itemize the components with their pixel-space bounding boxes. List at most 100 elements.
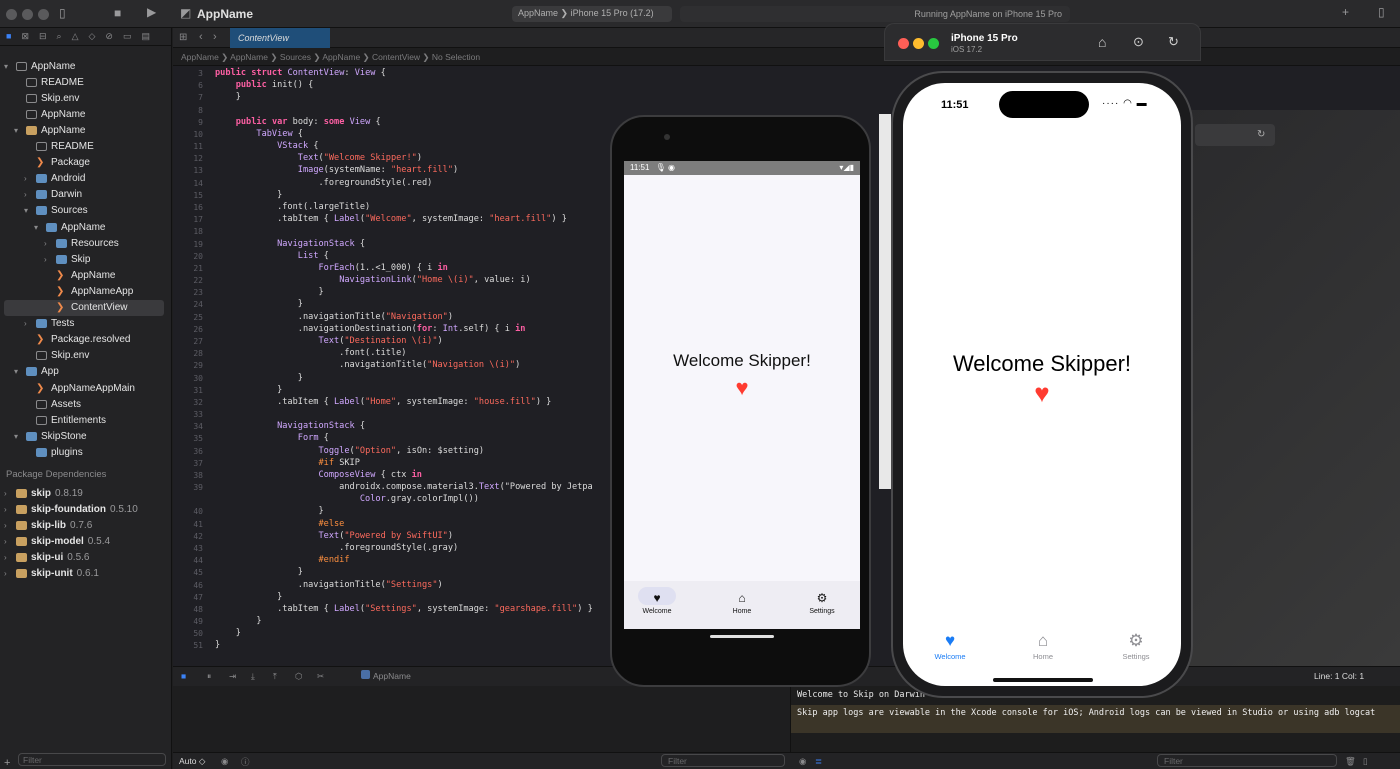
code-line[interactable]: .tabItem { Label("Home", systemImage: "h…: [215, 397, 551, 407]
home-indicator[interactable]: [993, 678, 1093, 682]
split-view-icon[interactable]: ▯: [1363, 756, 1368, 767]
tree-item[interactable]: README: [24, 139, 94, 155]
test-icon[interactable]: ◇: [89, 31, 96, 42]
home-icon[interactable]: ⌂: [1098, 34, 1106, 50]
code-line[interactable]: List {: [215, 251, 329, 261]
disclosure-icon[interactable]: ›: [24, 174, 32, 183]
tree-item[interactable]: › Resources: [44, 235, 119, 251]
console-toggle-icon[interactable]: ■: [181, 671, 186, 681]
step-over-icon[interactable]: ⇥: [229, 671, 236, 682]
disclosure-icon[interactable]: ▾: [14, 432, 22, 441]
auto-variables-selector[interactable]: Auto ◇: [179, 756, 205, 767]
info-icon[interactable]: ⓘ: [241, 756, 250, 768]
disclosure-icon[interactable]: ▾: [14, 367, 22, 376]
close-window-button[interactable]: [898, 38, 909, 49]
inspector-toggle-icon[interactable]: ▯: [1378, 5, 1385, 19]
console-filter-icon[interactable]: ≣: [815, 756, 822, 767]
debug-icon[interactable]: ⊘: [105, 31, 113, 42]
code-line[interactable]: .tabItem { Label("Welcome", systemImage:…: [215, 214, 567, 224]
code-line[interactable]: #if SKIP: [215, 458, 359, 468]
disclosure-icon[interactable]: ›: [4, 553, 12, 562]
tree-item[interactable]: plugins: [24, 444, 83, 460]
code-line[interactable]: Color.gray.colorImpl()): [215, 494, 479, 504]
reload-icon[interactable]: ↻: [1257, 129, 1265, 140]
code-line[interactable]: }: [215, 190, 282, 200]
forward-icon[interactable]: ›: [213, 31, 217, 43]
disclosure-icon[interactable]: ▾: [4, 62, 12, 71]
tree-item[interactable]: ▾ Sources: [24, 203, 88, 219]
disclosure-icon[interactable]: ▾: [14, 126, 22, 135]
tree-item[interactable]: ❯ AppName: [44, 267, 115, 283]
code-line[interactable]: .font(.title): [215, 348, 406, 358]
tab-contentview[interactable]: ContentView: [230, 28, 330, 48]
stop-icon[interactable]: ■: [114, 6, 121, 20]
gesture-nav-bar[interactable]: [710, 635, 774, 638]
add-file-icon[interactable]: +: [4, 757, 10, 769]
minimize-window-button[interactable]: [22, 9, 33, 20]
tree-item[interactable]: Skip.env: [24, 348, 89, 364]
code-line[interactable]: }: [215, 92, 241, 102]
eye-icon[interactable]: ◉: [221, 756, 228, 767]
trash-icon[interactable]: 🗑: [1345, 756, 1356, 767]
minimize-window-button[interactable]: [913, 38, 924, 49]
screenshot-icon[interactable]: ⊙: [1133, 34, 1144, 50]
jump-bar[interactable]: AppName ❯ AppName ❯ Sources ❯ AppName ❯ …: [173, 48, 1400, 66]
code-line[interactable]: }: [215, 287, 323, 297]
code-line[interactable]: }: [215, 628, 241, 638]
disclosure-icon[interactable]: ▾: [24, 206, 32, 215]
code-line[interactable]: public struct ContentView: View {: [215, 68, 386, 78]
code-line[interactable]: Text("Powered by SwiftUI"): [215, 531, 453, 541]
tree-item[interactable]: › Android: [24, 171, 85, 187]
step-out-icon[interactable]: ⤒: [273, 671, 277, 682]
code-line[interactable]: }: [215, 506, 323, 516]
tab-home[interactable]: ⌂ Home: [712, 591, 772, 615]
code-line[interactable]: }: [215, 299, 303, 309]
disclosure-icon[interactable]: ›: [4, 569, 12, 578]
tab-settings[interactable]: ⚙ Settings: [792, 591, 852, 615]
android-screen[interactable]: 11:51 🎙 ◉ ▾◢▮ Welcome Skipper! ♥ ♥ Welco…: [624, 161, 860, 629]
code-line[interactable]: .font(.largeTitle): [215, 202, 370, 212]
disclosure-icon[interactable]: ›: [4, 489, 12, 498]
navigator-filter-input[interactable]: Filter: [18, 753, 166, 766]
code-line[interactable]: }: [215, 385, 282, 395]
folder-icon[interactable]: ■: [6, 31, 11, 42]
code-line[interactable]: .foregroundStyle(.gray): [215, 543, 458, 553]
tree-item[interactable]: AppName: [14, 106, 85, 122]
disclosure-icon[interactable]: ›: [24, 190, 32, 199]
step-in-icon[interactable]: ⤓: [251, 671, 255, 682]
disclosure-icon[interactable]: ›: [4, 505, 12, 514]
dependency-item[interactable]: › skip-unit 0.6.1: [4, 565, 99, 581]
location-icon[interactable]: ✂: [317, 671, 324, 682]
code-line[interactable]: Text("Welcome Skipper!"): [215, 153, 422, 163]
code-line[interactable]: Toggle("Option", isOn: $setting): [215, 446, 484, 456]
tree-item[interactable]: ❯ AppNameAppMain: [24, 380, 135, 396]
tree-item[interactable]: README: [14, 74, 84, 90]
variables-filter-input[interactable]: Filter: [661, 754, 785, 767]
disclosure-icon[interactable]: ›: [44, 255, 52, 264]
run-icon[interactable]: ▶: [147, 5, 156, 19]
dependency-item[interactable]: › skip-model 0.5.4: [4, 533, 110, 549]
source-control-icon[interactable]: ⊠: [21, 31, 29, 42]
tree-item[interactable]: ❯ AppNameApp: [44, 283, 133, 299]
dependency-item[interactable]: › skip-ui 0.5.6: [4, 549, 89, 565]
tab-home[interactable]: ⌂ Home: [1008, 631, 1078, 661]
code-line[interactable]: }: [215, 373, 303, 383]
tree-item[interactable]: › Skip: [44, 251, 90, 267]
report-icon[interactable]: ▤: [141, 31, 150, 42]
dependency-item[interactable]: › skip-foundation 0.5.10: [4, 501, 138, 517]
code-line[interactable]: public init() {: [215, 80, 314, 90]
tree-item[interactable]: Entitlements: [24, 412, 106, 428]
tree-item[interactable]: Assets: [24, 396, 81, 412]
code-line[interactable]: .tabItem { Label("Settings", systemImage…: [215, 604, 593, 614]
tree-item[interactable]: ❯ Package: [24, 155, 90, 171]
disclosure-icon[interactable]: ›: [44, 239, 52, 248]
sidebar-toggle-icon[interactable]: ▯: [59, 6, 66, 20]
disclosure-icon[interactable]: ›: [4, 521, 12, 530]
code-line[interactable]: #endif: [215, 555, 349, 565]
code-line[interactable]: Form {: [215, 433, 329, 443]
tree-item[interactable]: ▾ SkipStone: [14, 428, 87, 444]
search-icon[interactable]: ⌕: [57, 31, 62, 42]
code-line[interactable]: #else: [215, 519, 344, 529]
tree-item[interactable]: ▾ AppName: [14, 122, 85, 138]
code-line[interactable]: VStack {: [215, 141, 318, 151]
